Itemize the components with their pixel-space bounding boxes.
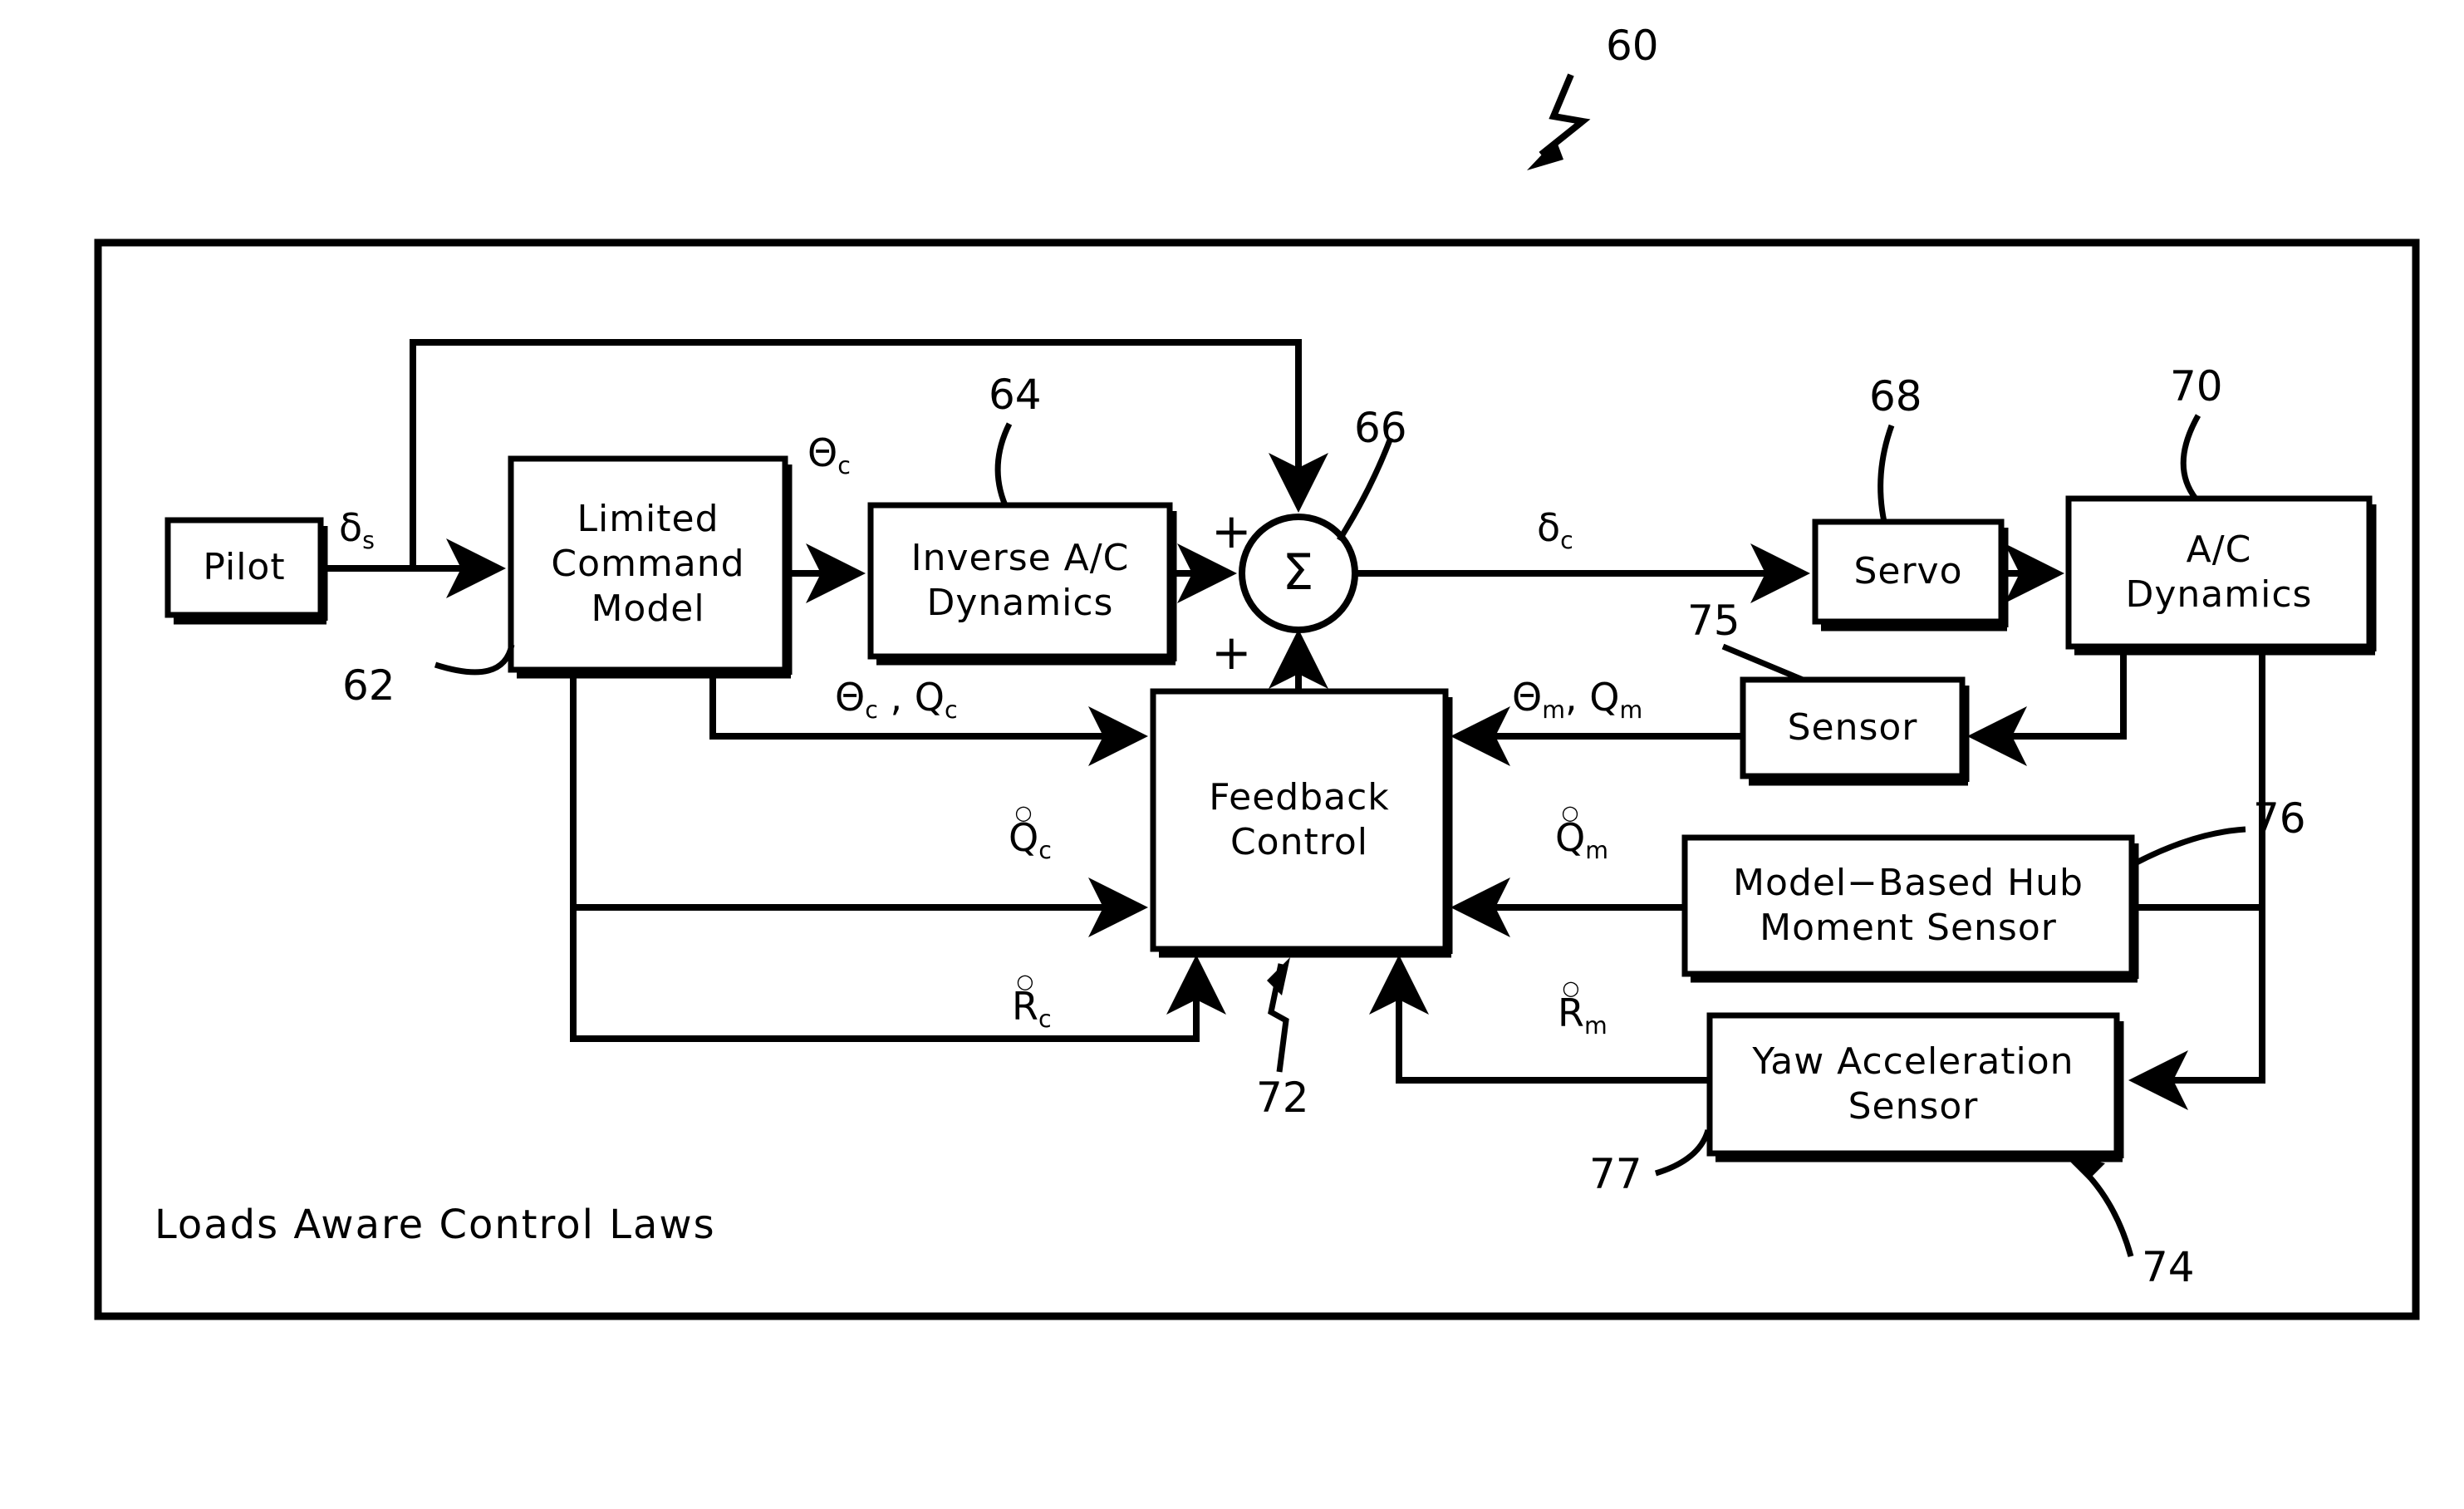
plus-sign-top: + bbox=[1211, 503, 1252, 559]
plus-sign-bottom: + bbox=[1211, 624, 1252, 681]
ref-numeral-66: 66 bbox=[1354, 404, 1407, 452]
leader-68 bbox=[1877, 424, 1895, 523]
inverse-ac-dynamics-label: Inverse A/C Dynamics bbox=[911, 537, 1130, 624]
signal-label-r-dot-c: ○ Rc bbox=[1012, 970, 1052, 1034]
signal-label-delta-c: δc bbox=[1537, 505, 1573, 555]
leader-64 bbox=[994, 422, 1013, 507]
ref-numeral-70: 70 bbox=[2170, 362, 2223, 410]
signal-label-q-dot-m: ○ Qm bbox=[1555, 801, 1608, 865]
feedback-control-label: Feedback Control bbox=[1209, 776, 1390, 863]
summing-junction-label: Σ bbox=[1282, 543, 1315, 602]
leader-75 bbox=[1721, 643, 1804, 683]
enclosure-caption: Loads Aware Control Laws bbox=[155, 1202, 716, 1248]
hub-moment-sensor-label: Model−Based Hub Moment Sensor bbox=[1733, 862, 2084, 949]
signal-label-q-dot-c: ○ Qc bbox=[1009, 801, 1052, 865]
conn-yaw-to-feedback bbox=[1369, 955, 1710, 1084]
yaw-acceleration-sensor-label: Yaw Acceleration Sensor bbox=[1752, 1040, 2074, 1128]
ref-numeral-64: 64 bbox=[989, 371, 1042, 419]
leader-60 bbox=[1539, 73, 1591, 158]
ref-numeral-75: 75 bbox=[1687, 597, 1740, 645]
ref-numeral-60: 60 bbox=[1606, 22, 1659, 70]
ref-numeral-72: 72 bbox=[1256, 1074, 1309, 1122]
servo-label: Servo bbox=[1853, 550, 1963, 593]
ref-numeral-76: 76 bbox=[2253, 794, 2306, 843]
ref-numeral-68: 68 bbox=[1869, 372, 1922, 420]
ac-dynamics-label: A/C Dynamics bbox=[2125, 528, 2313, 616]
conn-acdyn-to-yaw bbox=[2128, 907, 2265, 1110]
leader-72-arrowhead bbox=[1267, 957, 1290, 995]
ref-numeral-74: 74 bbox=[2142, 1243, 2195, 1291]
limited-command-model-label: Limited Command Model bbox=[551, 498, 745, 630]
conn-lcm-rdot-to-feedback bbox=[570, 907, 1226, 1042]
leader-62 bbox=[434, 644, 515, 676]
leader-77 bbox=[1654, 1128, 1711, 1177]
leader-70 bbox=[2180, 414, 2201, 501]
pilot-label: Pilot bbox=[203, 546, 286, 589]
signal-label-theta-c-q-c: Θc , Qc bbox=[835, 675, 958, 725]
signal-label-delta-s: δs bbox=[339, 505, 375, 555]
sensor-label: Sensor bbox=[1787, 706, 1918, 750]
ref-numeral-77: 77 bbox=[1589, 1150, 1642, 1198]
leader-76 bbox=[2132, 826, 2246, 868]
ref-numeral-62: 62 bbox=[342, 661, 395, 710]
signal-label-r-dot-m: ○ Rm bbox=[1558, 976, 1607, 1040]
signal-label-theta-m-q-m: Θm, Qm bbox=[1512, 675, 1643, 725]
figure-canvas: Pilot Limited Command Model Inverse A/C … bbox=[0, 0, 2464, 1509]
leader-74 bbox=[2072, 1159, 2134, 1257]
conn-acdyn-to-hub bbox=[2135, 651, 2265, 911]
signal-label-theta-c: Θc bbox=[807, 430, 851, 480]
conn-acdyn-to-sensor bbox=[1967, 651, 2127, 766]
